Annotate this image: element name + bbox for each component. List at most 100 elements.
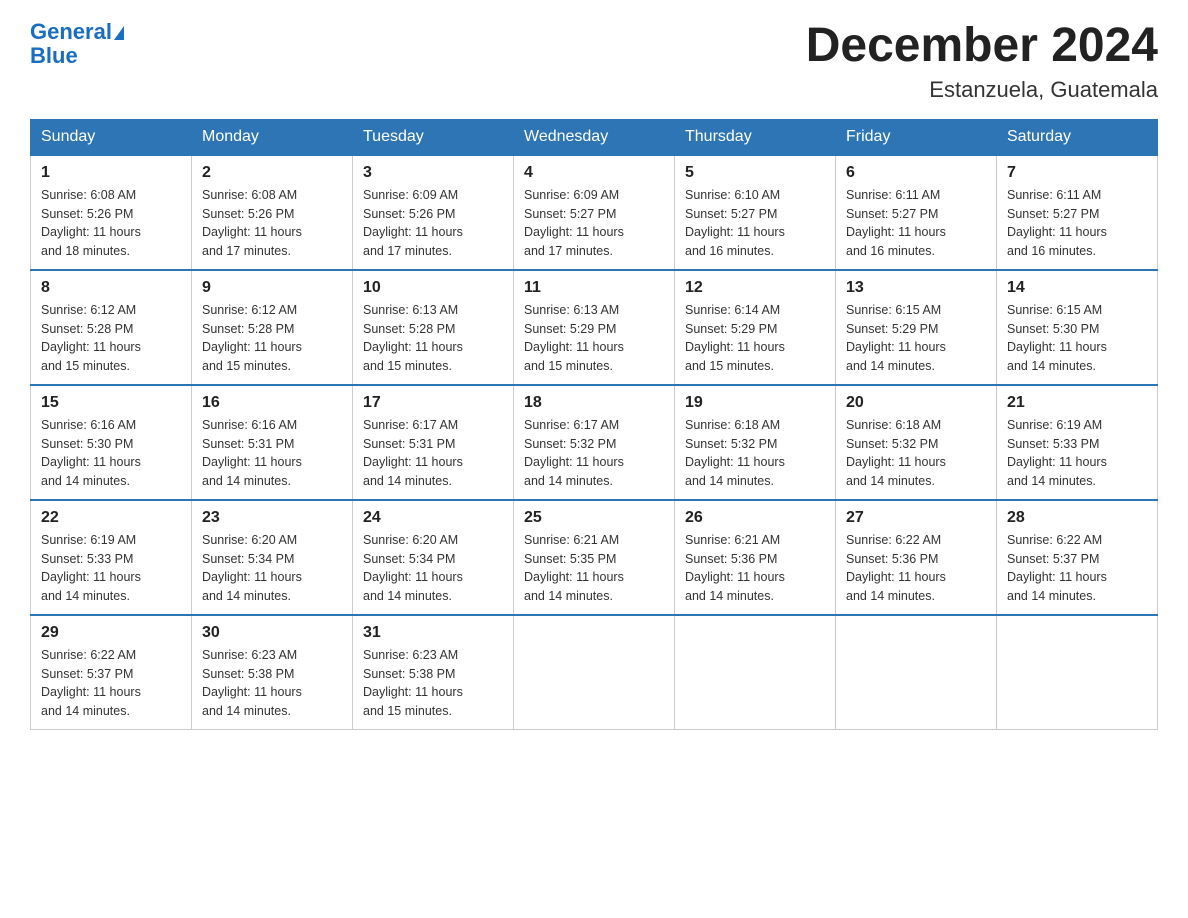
day-cell: 23 Sunrise: 6:20 AMSunset: 5:34 PMDayligh… <box>192 500 353 615</box>
day-number: 23 <box>202 509 342 527</box>
week-row-5: 29 Sunrise: 6:22 AMSunset: 5:37 PMDayligh… <box>31 615 1158 730</box>
day-info: Sunrise: 6:17 AMSunset: 5:32 PMDaylight:… <box>524 416 664 491</box>
day-cell: 21Sunrise: 6:19 AMSunset: 5:33 PMDayligh… <box>997 385 1158 500</box>
day-info: Sunrise: 6:14 AMSunset: 5:29 PMDaylight:… <box>685 301 825 376</box>
day-info: Sunrise: 6:20 AMSunset: 5:34 PMDaylight:… <box>363 531 503 606</box>
week-row-3: 15 Sunrise: 6:16 AMSunset: 5:30 PMDayligh… <box>31 385 1158 500</box>
day-info: Sunrise: 6:13 AMSunset: 5:29 PMDaylight:… <box>524 301 664 376</box>
logo-blue: Blue <box>30 43 78 68</box>
day-info: Sunrise: 6:22 AMSunset: 5:37 PMDaylight:… <box>41 646 181 721</box>
day-number: 30 <box>202 624 342 642</box>
day-info: Sunrise: 6:08 AMSunset: 5:26 PMDaylight:… <box>202 186 342 261</box>
logo-text: General Blue <box>30 20 124 68</box>
day-number: 27 <box>846 509 986 527</box>
column-header-sunday: Sunday <box>31 119 192 155</box>
day-cell: 15 Sunrise: 6:16 AMSunset: 5:30 PMDayligh… <box>31 385 192 500</box>
day-info: Sunrise: 6:12 AMSunset: 5:28 PMDaylight:… <box>202 301 342 376</box>
day-cell: 19 Sunrise: 6:18 AMSunset: 5:32 PMDayligh… <box>675 385 836 500</box>
column-header-friday: Friday <box>836 119 997 155</box>
day-number: 13 <box>846 279 986 297</box>
day-number: 19 <box>685 394 825 412</box>
day-cell: 3 Sunrise: 6:09 AMSunset: 5:26 PMDaylight… <box>353 155 514 270</box>
day-cell: 2Sunrise: 6:08 AMSunset: 5:26 PMDaylight… <box>192 155 353 270</box>
page-header: General Blue December 2024 Estanzuela, G… <box>30 20 1158 103</box>
day-number: 5 <box>685 164 825 182</box>
day-cell: 6Sunrise: 6:11 AMSunset: 5:27 PMDaylight… <box>836 155 997 270</box>
day-info: Sunrise: 6:15 AMSunset: 5:29 PMDaylight:… <box>846 301 986 376</box>
day-info: Sunrise: 6:19 AMSunset: 5:33 PMDaylight:… <box>41 531 181 606</box>
day-cell: 5 Sunrise: 6:10 AMSunset: 5:27 PMDaylight… <box>675 155 836 270</box>
day-cell: 31Sunrise: 6:23 AMSunset: 5:38 PMDayligh… <box>353 615 514 730</box>
day-info: Sunrise: 6:21 AMSunset: 5:36 PMDaylight:… <box>685 531 825 606</box>
day-cell: 13 Sunrise: 6:15 AMSunset: 5:29 PMDayligh… <box>836 270 997 385</box>
logo: General Blue <box>30 20 124 68</box>
day-cell: 4 Sunrise: 6:09 AMSunset: 5:27 PMDaylight… <box>514 155 675 270</box>
day-info: Sunrise: 6:22 AMSunset: 5:37 PMDaylight:… <box>1007 531 1147 606</box>
column-header-thursday: Thursday <box>675 119 836 155</box>
calendar-header: SundayMondayTuesdayWednesdayThursdayFrid… <box>31 119 1158 155</box>
day-number: 31 <box>363 624 503 642</box>
day-cell: 29 Sunrise: 6:22 AMSunset: 5:37 PMDayligh… <box>31 615 192 730</box>
day-number: 29 <box>41 624 181 642</box>
calendar-table: SundayMondayTuesdayWednesdayThursdayFrid… <box>30 119 1158 730</box>
day-number: 14 <box>1007 279 1147 297</box>
day-cell <box>514 615 675 730</box>
day-cell: 28Sunrise: 6:22 AMSunset: 5:37 PMDayligh… <box>997 500 1158 615</box>
day-cell <box>836 615 997 730</box>
day-cell: 14 Sunrise: 6:15 AMSunset: 5:30 PMDayligh… <box>997 270 1158 385</box>
column-header-wednesday: Wednesday <box>514 119 675 155</box>
day-number: 1 <box>41 164 181 182</box>
day-number: 22 <box>41 509 181 527</box>
day-info: Sunrise: 6:22 AMSunset: 5:36 PMDaylight:… <box>846 531 986 606</box>
day-info: Sunrise: 6:08 AMSunset: 5:26 PMDaylight:… <box>41 186 181 261</box>
day-cell: 9 Sunrise: 6:12 AMSunset: 5:28 PMDaylight… <box>192 270 353 385</box>
day-cell: 22 Sunrise: 6:19 AMSunset: 5:33 PMDayligh… <box>31 500 192 615</box>
page-subtitle: Estanzuela, Guatemala <box>806 77 1158 103</box>
day-info: Sunrise: 6:13 AMSunset: 5:28 PMDaylight:… <box>363 301 503 376</box>
day-number: 24 <box>363 509 503 527</box>
day-cell: 30 Sunrise: 6:23 AMSunset: 5:38 PMDayligh… <box>192 615 353 730</box>
column-header-saturday: Saturday <box>997 119 1158 155</box>
day-cell: 1 Sunrise: 6:08 AMSunset: 5:26 PMDaylight… <box>31 155 192 270</box>
day-number: 17 <box>363 394 503 412</box>
day-cell: 18 Sunrise: 6:17 AMSunset: 5:32 PMDayligh… <box>514 385 675 500</box>
day-number: 7 <box>1007 164 1147 182</box>
day-info: Sunrise: 6:09 AMSunset: 5:27 PMDaylight:… <box>524 186 664 261</box>
day-info: Sunrise: 6:20 AMSunset: 5:34 PMDaylight:… <box>202 531 342 606</box>
day-info: Sunrise: 6:18 AMSunset: 5:32 PMDaylight:… <box>685 416 825 491</box>
day-number: 15 <box>41 394 181 412</box>
day-cell <box>997 615 1158 730</box>
week-row-4: 22 Sunrise: 6:19 AMSunset: 5:33 PMDayligh… <box>31 500 1158 615</box>
day-cell: 17Sunrise: 6:17 AMSunset: 5:31 PMDayligh… <box>353 385 514 500</box>
day-info: Sunrise: 6:15 AMSunset: 5:30 PMDaylight:… <box>1007 301 1147 376</box>
logo-triangle-icon <box>114 26 124 40</box>
week-row-2: 8 Sunrise: 6:12 AMSunset: 5:28 PMDaylight… <box>31 270 1158 385</box>
page-title: December 2024 <box>806 20 1158 73</box>
day-info: Sunrise: 6:16 AMSunset: 5:30 PMDaylight:… <box>41 416 181 491</box>
day-number: 25 <box>524 509 664 527</box>
day-number: 11 <box>524 279 664 297</box>
day-cell: 16Sunrise: 6:16 AMSunset: 5:31 PMDayligh… <box>192 385 353 500</box>
day-number: 12 <box>685 279 825 297</box>
day-cell: 10 Sunrise: 6:13 AMSunset: 5:28 PMDayligh… <box>353 270 514 385</box>
day-cell <box>675 615 836 730</box>
day-info: Sunrise: 6:23 AMSunset: 5:38 PMDaylight:… <box>202 646 342 721</box>
day-info: Sunrise: 6:09 AMSunset: 5:26 PMDaylight:… <box>363 186 503 261</box>
day-cell: 8Sunrise: 6:12 AMSunset: 5:28 PMDaylight… <box>31 270 192 385</box>
day-number: 21 <box>1007 394 1147 412</box>
day-info: Sunrise: 6:16 AMSunset: 5:31 PMDaylight:… <box>202 416 342 491</box>
day-number: 9 <box>202 279 342 297</box>
calendar-header-row: SundayMondayTuesdayWednesdayThursdayFrid… <box>31 119 1158 155</box>
day-cell: 12 Sunrise: 6:14 AMSunset: 5:29 PMDayligh… <box>675 270 836 385</box>
week-row-1: 1 Sunrise: 6:08 AMSunset: 5:26 PMDaylight… <box>31 155 1158 270</box>
column-header-tuesday: Tuesday <box>353 119 514 155</box>
day-number: 4 <box>524 164 664 182</box>
day-number: 18 <box>524 394 664 412</box>
day-number: 10 <box>363 279 503 297</box>
day-number: 3 <box>363 164 503 182</box>
day-number: 8 <box>41 279 181 297</box>
day-cell: 24 Sunrise: 6:20 AMSunset: 5:34 PMDayligh… <box>353 500 514 615</box>
day-cell: 27 Sunrise: 6:22 AMSunset: 5:36 PMDayligh… <box>836 500 997 615</box>
column-header-monday: Monday <box>192 119 353 155</box>
day-info: Sunrise: 6:10 AMSunset: 5:27 PMDaylight:… <box>685 186 825 261</box>
